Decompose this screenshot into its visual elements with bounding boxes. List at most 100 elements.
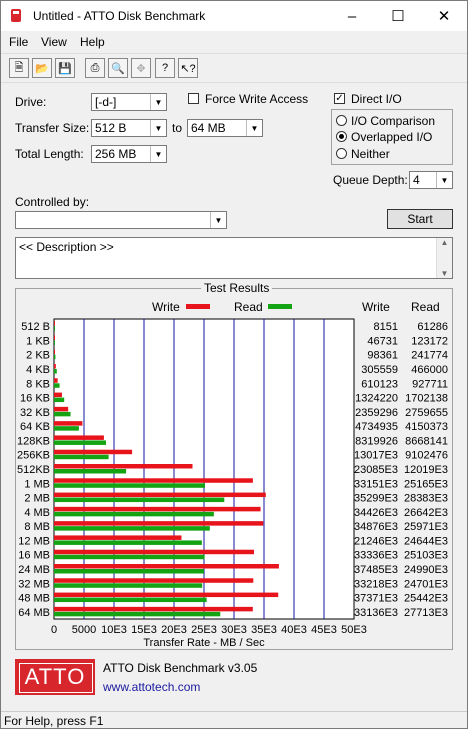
read-bar <box>54 511 214 517</box>
write-value: 13017E3 <box>354 450 398 462</box>
y-tick-label: 64 MB <box>18 607 50 619</box>
x-tick-label: 45E3 <box>311 624 337 636</box>
chevron-down-icon: ▼ <box>150 146 166 162</box>
write-value: 4734935 <box>355 421 398 433</box>
read-bar <box>54 340 55 345</box>
write-bar <box>54 578 254 583</box>
write-bar <box>54 392 62 398</box>
write-bar <box>54 321 55 326</box>
write-bar <box>54 521 264 526</box>
y-tick-label: 2 KB <box>26 350 50 362</box>
read-value: 12019E3 <box>404 464 448 476</box>
io-comparison-radio[interactable] <box>336 115 347 126</box>
y-tick-label: 1 KB <box>26 335 50 347</box>
neither-label: Neither <box>351 147 390 161</box>
y-tick-label: 8 KB <box>26 378 50 390</box>
open-icon[interactable]: 📂 <box>32 58 52 78</box>
help-icon[interactable]: ? <box>155 58 175 78</box>
scroll-up-icon[interactable]: ▲ <box>437 238 452 247</box>
test-results-group: Test Results Write Read Write Read 0 5000 10E3… <box>15 281 453 650</box>
context-help-icon[interactable]: ↖? <box>178 58 198 78</box>
read-value: 26642E3 <box>404 507 448 519</box>
menu-view[interactable]: View <box>41 35 67 49</box>
queue-depth-select[interactable]: 4 ▼ <box>409 171 453 189</box>
y-tick-label: 8 MB <box>24 521 50 533</box>
legend-read-label: Read <box>234 300 263 314</box>
controlled-by-select[interactable]: ▼ <box>15 211 227 229</box>
write-column-header: Write <box>362 300 390 314</box>
close-button[interactable]: ✕ <box>421 1 467 31</box>
read-value: 27713E3 <box>404 607 448 619</box>
print-icon[interactable]: ⎙ <box>85 58 105 78</box>
read-value: 4150373 <box>405 421 448 433</box>
save-icon[interactable]: 💾 <box>55 58 75 78</box>
force-write-label: Force Write Access <box>205 92 309 106</box>
write-value: 33218E3 <box>354 578 398 590</box>
force-write-checkbox[interactable] <box>188 93 199 104</box>
y-tick-label: 16 KB <box>20 393 50 405</box>
menu-file[interactable]: File <box>9 35 28 49</box>
description-textarea[interactable]: << Description >> ▲ ▼ <box>15 237 453 279</box>
write-bar <box>54 406 69 412</box>
total-length-select[interactable]: 256 MB ▼ <box>91 145 167 163</box>
drive-select[interactable]: [-d-] ▼ <box>91 93 167 111</box>
move-icon[interactable]: ✥ <box>131 58 151 78</box>
read-bar <box>54 569 204 574</box>
y-tick-label: 64 KB <box>20 421 50 433</box>
y-tick-label: 128KB <box>17 435 50 447</box>
print-preview-icon[interactable]: 🔍 <box>108 58 128 78</box>
atto-logo: ATTO <box>15 659 95 695</box>
write-bar <box>54 335 55 340</box>
transfer-size-from-select[interactable]: 512 B ▼ <box>91 119 167 137</box>
direct-io-label: Direct I/O <box>351 92 402 106</box>
io-comparison-label: I/O Comparison <box>351 114 436 128</box>
write-value: 34426E3 <box>354 507 398 519</box>
total-length-label: Total Length: <box>15 147 84 161</box>
write-bar <box>54 435 104 440</box>
write-bar <box>54 449 133 455</box>
read-bar <box>54 497 225 503</box>
x-tick-label: 25E3 <box>191 624 217 636</box>
neither-radio[interactable] <box>336 148 347 159</box>
write-value: 33151E3 <box>354 478 398 490</box>
y-tick-label: 48 MB <box>18 593 50 605</box>
direct-io-checkbox[interactable]: ✓ <box>334 93 345 104</box>
write-value: 8151 <box>374 321 398 333</box>
read-column-header: Read <box>411 300 440 314</box>
write-bar <box>54 606 253 612</box>
read-value: 9102476 <box>405 450 448 462</box>
read-bar <box>54 411 71 417</box>
y-tick-label: 512KB <box>17 464 50 476</box>
write-bar <box>54 378 58 383</box>
chevron-down-icon: ▼ <box>246 120 262 136</box>
menu-help[interactable]: Help <box>80 35 105 49</box>
read-bar <box>54 397 65 403</box>
new-icon[interactable]: 🗎 <box>9 58 29 78</box>
read-value: 927711 <box>412 378 448 390</box>
read-value: 24990E3 <box>404 564 448 576</box>
transfer-size-to-select[interactable]: 64 MB ▼ <box>187 119 263 137</box>
x-tick-label: 15E3 <box>131 624 157 636</box>
minimize-button[interactable]: – <box>329 1 375 31</box>
y-tick-label: 16 MB <box>18 550 50 562</box>
write-value: 33336E3 <box>354 550 398 562</box>
website-link[interactable]: www.attotech.com <box>103 680 200 694</box>
transfer-size-label: Transfer Size: <box>15 121 90 135</box>
scroll-down-icon[interactable]: ▼ <box>437 269 452 278</box>
write-bar <box>54 478 253 483</box>
write-value: 34876E3 <box>354 521 398 533</box>
write-value: 305559 <box>361 364 398 376</box>
read-bar <box>54 369 57 374</box>
x-tick-label: 35E3 <box>251 624 277 636</box>
drive-label: Drive: <box>15 95 47 109</box>
read-bar <box>54 554 205 560</box>
y-tick-label: 2 MB <box>24 493 50 505</box>
app-icon <box>11 9 21 22</box>
description-scrollbar[interactable]: ▲ ▼ <box>436 238 452 278</box>
start-button[interactable]: Start <box>387 209 453 229</box>
write-bar <box>54 464 193 469</box>
read-bar <box>54 469 127 474</box>
maximize-button[interactable]: ☐ <box>375 1 421 31</box>
overlapped-io-radio[interactable] <box>336 131 347 142</box>
read-bar <box>54 483 205 488</box>
